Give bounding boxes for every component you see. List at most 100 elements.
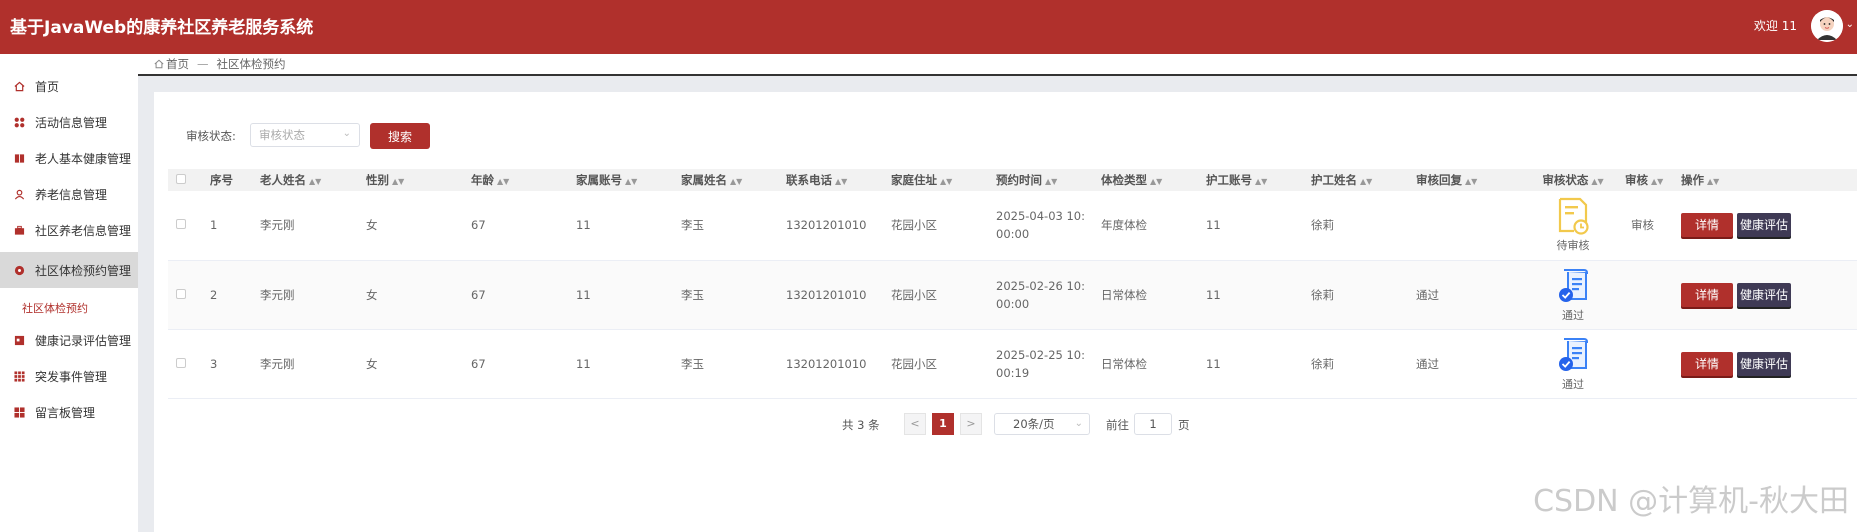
sidebar-item-checkup-appointment[interactable]: 社区体检预约管理 [0, 252, 138, 288]
sidebar-item-label: 首页 [35, 79, 60, 94]
cell-family-name: 李玉 [681, 329, 786, 399]
row-checkbox[interactable] [176, 288, 186, 299]
page-number-1[interactable]: 1 [932, 413, 954, 435]
breadcrumb-separator: — [197, 57, 209, 71]
avatar[interactable] [1811, 10, 1843, 42]
sidebar-item-label: 老人基本健康管理 [35, 151, 132, 166]
cell-nurse-account: 11 [1206, 329, 1311, 399]
approved-status-icon [1559, 337, 1589, 371]
briefcase-icon [13, 224, 25, 236]
cell-audit[interactable]: 审核 [1625, 191, 1671, 261]
row-checkbox[interactable] [176, 219, 186, 230]
sidebar-subitem-checkup[interactable]: 社区体检预约 [22, 300, 88, 316]
breadcrumb-current: 社区体检预约 [216, 57, 286, 71]
cell-name: 李元刚 [260, 329, 366, 399]
breadcrumb: 首页 — 社区体检预约 [138, 54, 1857, 76]
book-icon [13, 152, 25, 164]
cell-time: 2025-02-25 10: 00:19 [996, 329, 1101, 399]
sidebar-item-message-board[interactable]: 留言板管理 [0, 394, 138, 430]
sidebar-item-label: 突发事件管理 [35, 369, 108, 384]
column-header[interactable]: 审核 ▲▼ [1625, 169, 1671, 191]
sidebar-item-emergency[interactable]: 突发事件管理 [0, 358, 138, 394]
sidebar-item-label: 留言板管理 [35, 405, 96, 420]
sidebar-item-health-record[interactable]: 健康记录评估管理 [0, 322, 138, 358]
table-row: 1 李元刚 女 67 11 李玉 13201201010 花园小区 2025-0… [168, 191, 1857, 261]
sidebar-item-care-info[interactable]: 养老信息管理 [0, 176, 138, 212]
status-select-placeholder: 审核状态 [259, 128, 305, 142]
column-header[interactable]: 体检类型 ▲▼ [1101, 169, 1206, 191]
detail-button[interactable]: 详情 [1681, 213, 1733, 238]
column-header[interactable]: 护工姓名 ▲▼ [1311, 169, 1416, 191]
pagination-total: 共 3 条 [842, 418, 880, 432]
cell-family-name: 李玉 [681, 191, 786, 261]
cell-nurse-name: 徐莉 [1311, 329, 1416, 399]
column-header[interactable]: 老人姓名 ▲▼ [260, 169, 366, 191]
column-header[interactable]: 审核回复 ▲▼ [1416, 169, 1521, 191]
cell-reply: 通过 [1416, 329, 1521, 399]
apps-icon [13, 370, 25, 382]
column-header[interactable]: 预约时间 ▲▼ [996, 169, 1101, 191]
prev-page-button[interactable]: < [904, 413, 926, 435]
status-select[interactable]: 审核状态 ⌄ [250, 123, 360, 147]
home-icon [154, 59, 164, 69]
sort-icon: ▲▼ [835, 177, 848, 186]
filter-label: 审核状态: [186, 129, 236, 143]
detail-button[interactable]: 详情 [1681, 351, 1733, 376]
page-size-select[interactable]: 20条/页 ⌄ [994, 413, 1090, 435]
cell-type: 日常体检 [1101, 329, 1206, 399]
status-label: 待审核 [1556, 239, 1590, 253]
column-header[interactable]: 家属账号 ▲▼ [576, 169, 681, 191]
cell-no: 1 [210, 191, 260, 261]
table-row: 2 李元刚 女 67 11 李玉 13201201010 花园小区 2025-0… [168, 260, 1857, 330]
cell-address: 花园小区 [891, 191, 996, 261]
sort-icon: ▲▼ [309, 177, 322, 186]
health-eval-button[interactable]: 健康评估 [1737, 351, 1791, 376]
circle-icon [13, 264, 25, 276]
cell-family-account: 11 [576, 191, 681, 261]
detail-button[interactable]: 详情 [1681, 282, 1733, 307]
health-eval-button[interactable]: 健康评估 [1737, 213, 1791, 238]
column-header[interactable]: 联系电话 ▲▼ [786, 169, 891, 191]
cell-family-account: 11 [576, 329, 681, 399]
sidebar-item-label: 社区养老信息管理 [35, 223, 132, 238]
sidebar-item-label: 活动信息管理 [35, 115, 108, 130]
row-checkbox[interactable] [176, 357, 186, 368]
breadcrumb-home[interactable]: 首页 [166, 56, 189, 72]
column-header[interactable]: 家庭住址 ▲▼ [891, 169, 996, 191]
column-header[interactable]: 护工账号 ▲▼ [1206, 169, 1311, 191]
goto-label: 前往 [1106, 418, 1129, 432]
cell-family-name: 李玉 [681, 260, 786, 330]
board-icon [13, 406, 25, 418]
column-header[interactable]: 操作 ▲▼ [1671, 169, 1857, 191]
record-icon [13, 334, 25, 346]
cell-nurse-account: 11 [1206, 260, 1311, 330]
column-header[interactable]: 家属姓名 ▲▼ [681, 169, 786, 191]
user-icon [13, 188, 25, 200]
sidebar-item-activity[interactable]: 活动信息管理 [0, 104, 138, 140]
chevron-down-icon: ⌄ [342, 128, 351, 139]
cell-audit[interactable] [1625, 260, 1671, 330]
column-header[interactable]: 审核状态 ▲▼ [1521, 169, 1625, 191]
search-button[interactable]: 搜索 [370, 123, 430, 149]
column-header[interactable]: 年龄 ▲▼ [471, 169, 576, 191]
sidebar-item-elder-health[interactable]: 老人基本健康管理 [0, 140, 138, 176]
goto-page-input[interactable]: 1 [1134, 413, 1172, 435]
sort-icon: ▲▼ [1255, 177, 1268, 186]
health-eval-button[interactable]: 健康评估 [1737, 282, 1791, 307]
home-icon [13, 80, 25, 92]
sidebar-item-home[interactable]: 首页 [0, 68, 138, 104]
select-all-checkbox[interactable] [176, 174, 186, 184]
cell-phone: 13201201010 [786, 260, 891, 330]
cell-age: 67 [471, 191, 576, 261]
pending-status-icon [1558, 198, 1589, 235]
cell-audit[interactable] [1625, 329, 1671, 399]
column-header[interactable]: 性别 ▲▼ [366, 169, 471, 191]
cell-actions: 详情 健康评估 [1671, 260, 1857, 330]
cell-actions: 详情 健康评估 [1671, 191, 1857, 261]
next-page-button[interactable]: > [960, 413, 982, 435]
cell-actions: 详情 健康评估 [1671, 329, 1857, 399]
cell-no: 3 [210, 329, 260, 399]
sidebar-item-community-care[interactable]: 社区养老信息管理 [0, 212, 138, 248]
chevron-down-icon[interactable]: ⌄ [1846, 19, 1854, 30]
sort-icon: ▲▼ [1465, 177, 1478, 186]
